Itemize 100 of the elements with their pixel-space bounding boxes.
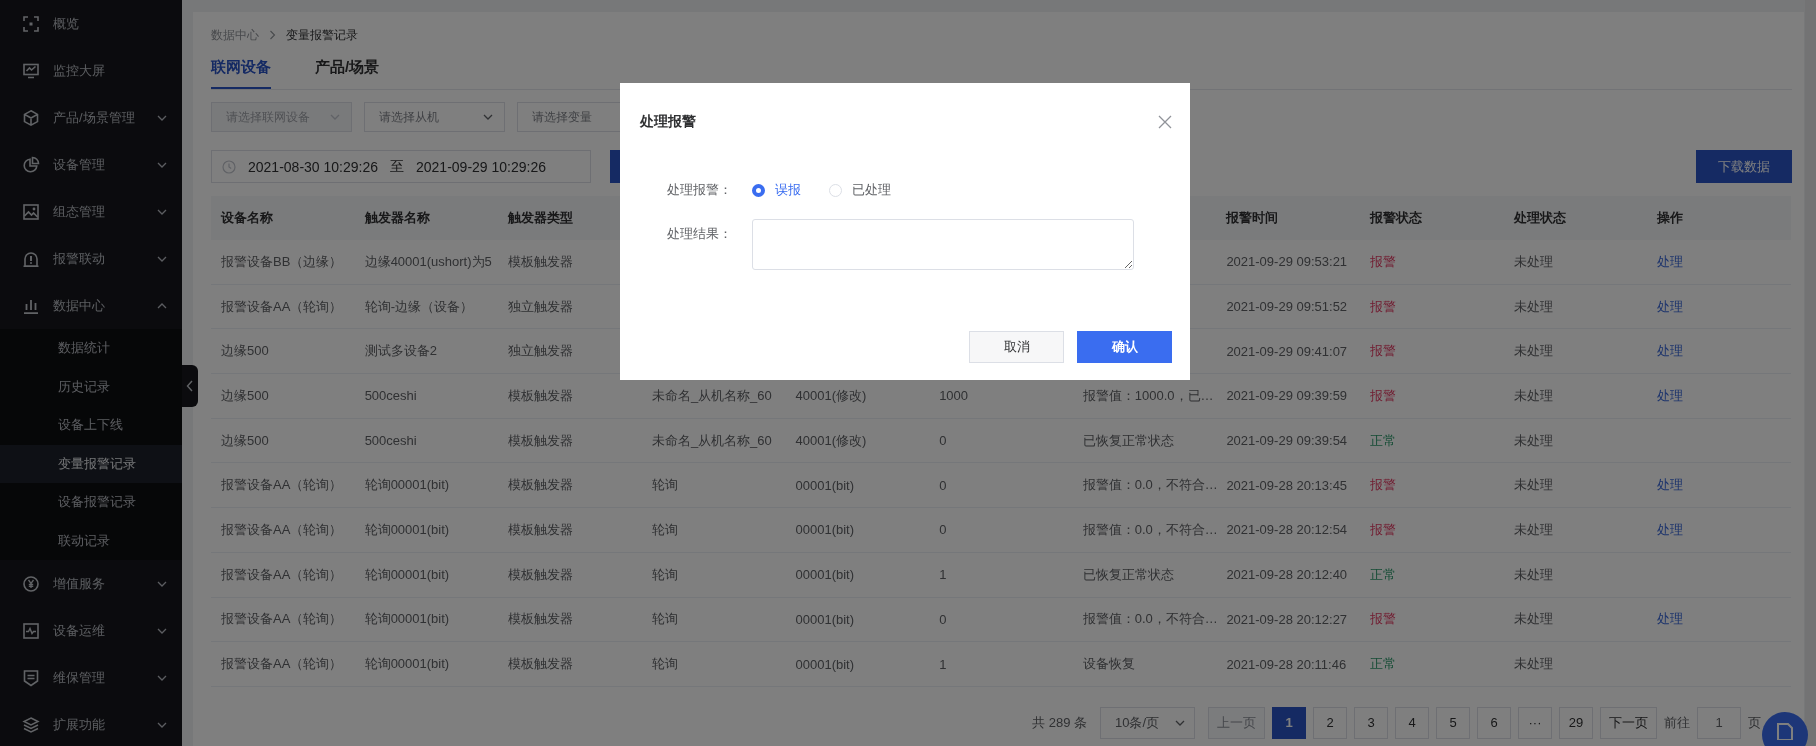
process-link[interactable]: 处理 (1657, 298, 1684, 314)
column-header: 报警时间 (1226, 210, 1279, 225)
page-button[interactable]: 1 (1272, 706, 1306, 739)
sidebar-item[interactable]: 概览 (0, 0, 182, 47)
process-link[interactable]: 处理 (1657, 477, 1684, 493)
alarm-status: 正常 (1370, 656, 1396, 672)
goto-page-field[interactable]: 1 (1697, 706, 1741, 739)
field-label: 处理结果： (667, 226, 732, 241)
column-header: 触发器名称 (364, 210, 430, 225)
radio-button[interactable] (752, 183, 765, 197)
alarm-light-icon (22, 249, 40, 268)
table-cell: 1000 (939, 388, 969, 404)
table-cell: 0 (939, 522, 947, 538)
sidebar-item[interactable]: 报警联动 (0, 235, 182, 282)
table-cell: 轮询 (651, 477, 678, 493)
table-cell: 报警设备BB（边缘） (221, 253, 343, 269)
table-cell: 独立触发器 (508, 343, 574, 359)
table-cell: 未处理 (1513, 387, 1553, 403)
radio-label: 误报 (775, 181, 801, 199)
sidebar-item[interactable]: 组态管理 (0, 188, 182, 235)
select-field[interactable]: 请选择从机 (364, 102, 505, 132)
sidebar-item[interactable]: 设备管理 (0, 141, 182, 188)
close-icon[interactable] (1158, 115, 1172, 129)
table-cell: 2021-09-28 20:12:40 (1226, 567, 1348, 583)
table-cell: 00001(bit) (795, 522, 855, 538)
date-range-field[interactable]: 2021-08-30 10:29:26 至 2021-09-29 10:29:26 (211, 150, 591, 183)
page-button[interactable]: 3 (1354, 706, 1388, 739)
table-cell: 未命名_从机名称_60 (651, 387, 772, 403)
page-button[interactable]: 4 (1395, 706, 1429, 739)
table-cell: 独立触发器 (508, 298, 574, 314)
table-cell: 边缘500 (221, 432, 269, 448)
table-cell: 报警设备AA（轮询） (221, 611, 343, 627)
alarm-status: 报警 (1370, 387, 1396, 403)
table-cell: 0 (939, 477, 947, 493)
submenu-item[interactable]: 设备报警记录 (0, 483, 182, 522)
sidebar-item[interactable]: 数据中心 (0, 282, 182, 329)
table-cell: 未处理 (1513, 656, 1553, 672)
table-cell: 报警值：0.0，不符合… (1082, 611, 1218, 627)
download-button[interactable]: 下载数据 (1696, 150, 1792, 183)
sidebar-item[interactable]: 设备运维 (0, 607, 182, 654)
page-suffix: 页 (1748, 713, 1761, 732)
tab[interactable]: 产品/场景 (315, 52, 380, 89)
page-button[interactable]: ··· (1518, 706, 1552, 739)
table-cell: 2021-09-28 20:13:45 (1226, 477, 1348, 493)
chevron-left-icon (186, 380, 194, 392)
submenu-item[interactable]: 历史记录 (0, 367, 182, 406)
sidebar-item[interactable]: 增值服务 (0, 560, 182, 607)
table-cell: 未处理 (1513, 477, 1553, 493)
sidebar-item[interactable]: 维保管理 (0, 654, 182, 701)
cancel-button[interactable]: 取消 (969, 331, 1064, 363)
sidebar-item[interactable]: 产品/场景管理 (0, 94, 182, 141)
submenu-item[interactable]: 变量报警记录 (0, 444, 182, 483)
alarm-status: 报警 (1370, 611, 1396, 627)
table-cell: 轮询 (651, 656, 678, 672)
goto-label: 前往 (1664, 713, 1690, 732)
table-cell: 模板触发器 (508, 656, 574, 672)
shield-icon (22, 668, 40, 687)
table-cell: 00001(bit) (795, 611, 855, 627)
process-link[interactable]: 处理 (1657, 521, 1684, 537)
sidebar-item[interactable]: 监控大屏 (0, 47, 182, 94)
submenu-item[interactable]: 设备上下线 (0, 406, 182, 445)
table-cell: 边缘500 (221, 343, 269, 359)
process-link[interactable]: 处理 (1657, 253, 1684, 269)
table-cell: 未处理 (1513, 611, 1553, 627)
alarm-status: 正常 (1370, 432, 1396, 448)
confirm-button[interactable]: 确认 (1077, 331, 1172, 363)
table-cell: 已恢复正常状态 (1082, 566, 1174, 582)
submenu-item[interactable]: 联动记录 (0, 521, 182, 560)
table-cell: 模板触发器 (508, 432, 574, 448)
submenu-item[interactable]: 数据统计 (0, 329, 182, 368)
table-cell: 轮询 (651, 566, 678, 582)
page-size-select[interactable]: 10条/页 (1100, 706, 1195, 739)
page-button[interactable]: 6 (1477, 706, 1511, 739)
table-cell: 40001(修改) (795, 432, 867, 448)
document-icon (1775, 722, 1795, 740)
table-cell: 2021-09-28 20:11:46 (1226, 656, 1347, 672)
table-cell: 测试多设备2 (364, 343, 437, 359)
total-count: 共 289 条 (1032, 713, 1087, 732)
table-cell: 2021-09-29 09:39:59 (1226, 388, 1348, 404)
table-cell: 模板触发器 (508, 521, 574, 537)
process-link[interactable]: 处理 (1657, 387, 1684, 403)
table-cell: 报警值：0.0，不符合… (1082, 521, 1218, 537)
table-cell: 00001(bit) (795, 567, 855, 583)
page-button[interactable]: 2 (1313, 706, 1347, 739)
result-field[interactable] (752, 219, 1134, 270)
chevron-right-icon (269, 30, 276, 40)
table-cell: 模板触发器 (508, 253, 574, 269)
collapse-handle[interactable] (182, 365, 198, 407)
sidebar-item[interactable]: 扩展功能 (0, 701, 182, 746)
table-cell: 轮询-边缘（设备） (364, 298, 473, 314)
table-cell: 2021-09-29 09:53:21 (1226, 254, 1348, 270)
process-link[interactable]: 处理 (1657, 343, 1684, 359)
table-cell: 未命名_从机名称_60 (651, 432, 772, 448)
process-link[interactable]: 处理 (1657, 611, 1684, 627)
scrollbar[interactable] (1805, 0, 1816, 746)
table-cell: 报警设备AA（轮询） (221, 521, 343, 537)
tab[interactable]: 联网设备 (211, 52, 271, 89)
page-button[interactable]: 5 (1436, 706, 1470, 739)
column-header: 报警状态 (1370, 210, 1422, 225)
page-button[interactable]: 29 (1559, 706, 1593, 739)
